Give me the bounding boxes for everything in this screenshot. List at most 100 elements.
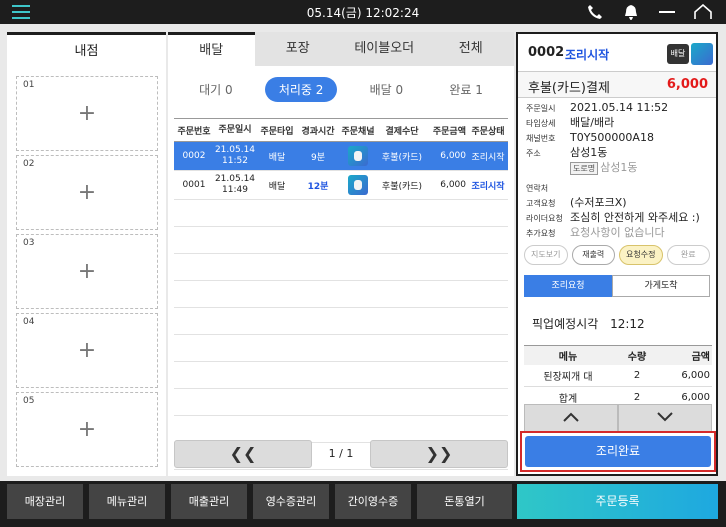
col-elapsed: 경과시간 <box>301 126 335 137</box>
tab-table-order[interactable]: 테이블오더 <box>341 32 428 66</box>
tab-delivery[interactable]: 배달 <box>168 32 255 66</box>
payment-method: 후불(카드) <box>381 152 423 163</box>
order-time: 11:52 <box>222 156 248 166</box>
next-page-button[interactable]: ❯❯ <box>370 440 508 468</box>
table-number: 03 <box>23 238 35 248</box>
detail-order-no: 0002 <box>528 45 565 60</box>
empty-row <box>174 227 508 254</box>
menu-name: 합계 <box>558 394 578 405</box>
scroll-buttons <box>524 404 712 432</box>
payment-method: 후불(카드)결제 <box>528 81 610 96</box>
order-no: 0001 <box>182 180 206 190</box>
delivery-app-icon <box>691 43 713 65</box>
order-datetime: 21.05.14 11:49 <box>214 174 256 196</box>
page-info: 1 / 1 <box>328 447 354 460</box>
reprint-button[interactable]: 재출력 <box>571 245 615 265</box>
open-cash-drawer-button[interactable]: 돈통열기 <box>417 484 512 519</box>
step-cook-request: 조리요청 <box>524 275 612 297</box>
scroll-up-button[interactable] <box>524 404 618 432</box>
status-processing[interactable]: 처리중 2 <box>264 76 338 102</box>
order-no: 0002 <box>182 151 206 161</box>
col-order-time: 주문일시 <box>218 124 252 135</box>
channel-cell <box>338 175 378 195</box>
detail-actions: 지도보기 재출력 요청수정 완료 <box>518 241 716 269</box>
table-slot[interactable]: 04 + <box>16 313 158 388</box>
order-list-panel: 배달 포장 테이블오더 전체 대기 0 처리중 2 배달 0 완료 1 주문번호… <box>168 32 514 476</box>
order-type: 배달 <box>268 152 286 163</box>
phone-label: 연락처 <box>526 184 549 193</box>
table-slot[interactable]: 05 + <box>16 392 158 467</box>
address-value: 삼성1동 <box>570 146 608 159</box>
rider-request-value: 조심히 안전하게 와주세요 :) <box>570 211 700 224</box>
home-icon[interactable] <box>694 4 712 20</box>
order-time-label: 주문일시 <box>526 104 556 113</box>
customer-request-value: (수저포크X) <box>570 196 627 209</box>
menu-management-button[interactable]: 메뉴관리 <box>89 484 165 519</box>
order-time: 11:49 <box>222 185 248 195</box>
plus-icon: + <box>77 417 97 442</box>
edit-request-button[interactable]: 요청수정 <box>619 245 663 265</box>
order-detail-panel: 0002 조리시작 배달 후불(카드)결제 6,000 주문일시 2021.05.… <box>516 32 718 476</box>
tab-takeout[interactable]: 포장 <box>255 32 342 66</box>
dine-in-panel: 내점 01 + 02 + 03 + 04 + 05 + <box>7 32 166 476</box>
bell-icon[interactable] <box>622 4 640 20</box>
order-info: 주문일시 2021.05.14 11:52 타입상세 배달/배라 채널번호 T0Y50… <box>518 98 716 241</box>
table-slot[interactable]: 03 + <box>16 234 158 309</box>
order-table: 주문번호 주문일시 주문타입 경과시간 주문채널 결제수단 주문금액 주문상태 … <box>174 118 508 470</box>
plus-icon: + <box>77 101 97 126</box>
address-label: 주소 <box>526 149 541 158</box>
store-management-button[interactable]: 매장관리 <box>7 484 83 519</box>
empty-row <box>174 416 508 443</box>
order-register-button[interactable]: 주문등록 <box>517 484 718 519</box>
empty-row <box>174 200 508 227</box>
clock: 05.14(금) 12:02:24 <box>306 6 420 20</box>
sales-management-button[interactable]: 매출관리 <box>171 484 247 519</box>
menu-price: 6,000 <box>681 392 710 403</box>
scroll-down-button[interactable] <box>618 404 712 432</box>
map-button[interactable]: 지도보기 <box>524 245 568 265</box>
order-type-badge: 배달 <box>667 44 689 64</box>
empty-row <box>174 389 508 416</box>
col-amount: 주문금액 <box>432 126 466 137</box>
delivery-app-icon <box>348 146 368 166</box>
prev-page-button[interactable]: ❮❮ <box>174 440 312 468</box>
empty-row <box>174 335 508 362</box>
cook-complete-highlight: 조리완료 <box>520 431 716 472</box>
table-slot[interactable]: 01 + <box>16 76 158 151</box>
complete-pill-button[interactable]: 완료 <box>666 245 710 265</box>
minimize-icon[interactable] <box>658 4 676 20</box>
pickup-time-value: 12:12 <box>610 317 645 331</box>
type-value: 배달/배라 <box>570 116 615 129</box>
col-payment: 결제수단 <box>385 126 419 137</box>
menu-name: 된장찌개 대 <box>543 372 593 383</box>
cook-complete-button[interactable]: 조리완료 <box>525 436 711 467</box>
status-done[interactable]: 완료 1 <box>435 77 497 102</box>
col-channel: 주문채널 <box>341 126 375 137</box>
channel-cell <box>338 146 378 166</box>
table-slot[interactable]: 02 + <box>16 155 158 230</box>
payment-summary: 후불(카드)결제 6,000 <box>518 72 716 98</box>
status-waiting[interactable]: 대기 0 <box>185 77 247 102</box>
simple-receipt-button[interactable]: 간이영수증 <box>335 484 411 519</box>
order-status: 조리시작 <box>471 181 505 192</box>
detail-order-status: 조리시작 <box>565 48 610 62</box>
plus-icon: + <box>77 180 97 205</box>
order-time-value: 2021.05.14 11:52 <box>570 101 669 114</box>
extra-request-value: 요청사항이 없습니다 <box>570 226 665 239</box>
elapsed-time: 12분 <box>307 181 329 192</box>
receipt-management-button[interactable]: 영수증관리 <box>253 484 329 519</box>
table-row[interactable]: 0002 21.05.14 11:52 배달 9분 후불(카드) 6,000 조리… <box>174 142 508 171</box>
progress-steps: 조리요청 가게도착 <box>524 275 710 297</box>
bottom-bar: 매장관리 메뉴관리 매출관리 영수증관리 간이영수증 돈통열기 주문등록 <box>0 481 726 527</box>
tab-all[interactable]: 전체 <box>428 32 515 66</box>
channel-label: 채널번호 <box>526 134 556 143</box>
empty-row <box>174 308 508 335</box>
table-row[interactable]: 0001 21.05.14 11:49 배달 12분 후불(카드) 6,000 조… <box>174 171 508 200</box>
col-menu: 메뉴 <box>558 352 578 363</box>
status-delivering[interactable]: 배달 0 <box>356 77 418 102</box>
phone-icon[interactable] <box>586 4 604 20</box>
menu-table: 메뉴 수량 금액 된장찌개 대 2 6,000 합계 2 6,000 <box>524 345 712 409</box>
customer-request-label: 고객요청 <box>526 199 556 208</box>
payment-amount: 6,000 <box>666 77 708 92</box>
road-address-button[interactable]: 도로명 <box>570 162 599 175</box>
